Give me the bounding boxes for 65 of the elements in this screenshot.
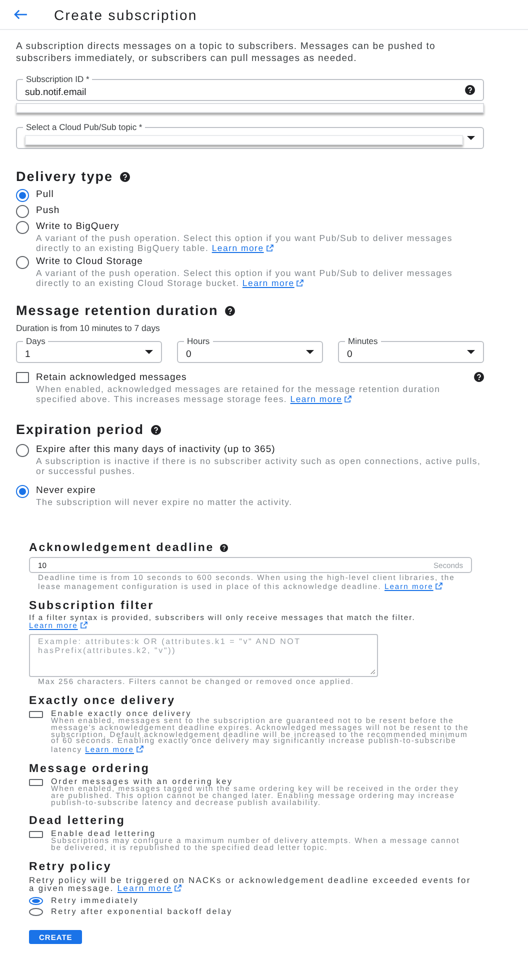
- checkbox-label: Enable dead lettering: [51, 830, 156, 838]
- checkbox[interactable]: [29, 710, 43, 718]
- radio-label: Retry immediately: [51, 896, 139, 905]
- caret-icon: [467, 136, 475, 140]
- caret-icon: [145, 350, 153, 354]
- option-description: A variant of the push operation. Select this option if you want Pub/Sub to deliver messages directly to an existing BigQuery table. Learn more: [36, 233, 454, 253]
- section-heading: Exactly once delivery: [29, 694, 176, 707]
- caret-icon: [467, 350, 475, 354]
- help-icon[interactable]: [151, 424, 162, 434]
- learn-more-link[interactable]: Learn more: [212, 243, 274, 253]
- caret-icon: [306, 350, 314, 354]
- checkbox[interactable]: [29, 778, 43, 786]
- radio-label: Expire after this many days of inactivity (up to 365): [36, 444, 276, 456]
- help-icon[interactable]: [120, 172, 130, 182]
- checkbox-label: Order messages with an ordering key: [51, 778, 234, 786]
- checkbox-label: Enable exactly once delivery: [51, 710, 193, 718]
- option-description: A variant of the push operation. Select this option if you want Pub/Sub to deliver messages directly to an existing Cloud Storage bucket. Learn more: [36, 268, 454, 288]
- help-icon[interactable]: [465, 85, 475, 95]
- radio-button[interactable]: [16, 221, 29, 234]
- external-link-icon: [136, 745, 144, 754]
- external-link-icon: [344, 395, 352, 403]
- page-title: Create subscription: [54, 6, 198, 22]
- radio-label: Never expire: [36, 485, 97, 497]
- radio-label: Write to BigQuery: [36, 221, 120, 233]
- radio-button[interactable]: [16, 485, 29, 498]
- section-heading: Expiration period: [16, 422, 144, 437]
- help-icon[interactable]: [225, 306, 236, 316]
- section-heading: Dead lettering: [29, 815, 126, 828]
- resize-grip-icon[interactable]: [370, 669, 375, 674]
- section-heading: Message ordering: [29, 762, 150, 775]
- checkbox[interactable]: [16, 372, 29, 383]
- section-heading: Acknowledgement deadline: [29, 542, 214, 554]
- option-description: The subscription will never expire no matter the activity.: [36, 497, 294, 507]
- external-link-icon: [296, 279, 304, 287]
- learn-more-link[interactable]: Learn more: [242, 278, 304, 288]
- radio-button[interactable]: [16, 205, 29, 218]
- help-icon[interactable]: [220, 544, 228, 552]
- learn-more-link[interactable]: Learn more: [290, 394, 352, 404]
- external-link-icon: [435, 582, 444, 590]
- radio-label: Push: [36, 205, 61, 217]
- radio-button[interactable]: [16, 189, 29, 202]
- option-description: A subscription is inactive if there is no subscriber activity such as open connections, active pulls, or successful pushes.: [36, 456, 482, 476]
- radio-button[interactable]: [29, 896, 43, 905]
- section-description: Retry policy will be triggered on NACKs or acknowledgement deadline exceeded events for a given message. Learn more: [29, 876, 472, 893]
- radio-label: Pull: [36, 189, 55, 201]
- back-arrow-icon[interactable]: [13, 9, 28, 20]
- help-icon[interactable]: [474, 372, 484, 382]
- section-heading: Message retention duration: [16, 303, 218, 318]
- section-heading: Subscription filter: [29, 600, 154, 612]
- option-description: When enabled, acknowledged messages are retained for the message retention duration specified above. This increases message storage fees. Learn more: [36, 384, 442, 404]
- radio-label: Retry after exponential backoff delay: [51, 908, 233, 916]
- external-link-icon: [174, 884, 182, 892]
- intro-text: A subscription directs messages on a topic to subscribers. Messages can be pushed to subscribers immediately, or subscribers can pull messages as needed.: [16, 41, 436, 65]
- radio-button[interactable]: [16, 444, 29, 457]
- radio-button[interactable]: [29, 908, 43, 916]
- radio-button[interactable]: [16, 256, 29, 269]
- hint-text: Duration is from 10 minutes to 7 days: [16, 323, 161, 333]
- external-link-icon: [80, 621, 88, 630]
- external-link-icon: [266, 244, 274, 252]
- checkbox-label: Retain acknowledged messages: [36, 372, 188, 384]
- checkbox[interactable]: [29, 831, 43, 838]
- section-heading: Retry policy: [29, 860, 112, 873]
- radio-label: Write to Cloud Storage: [36, 256, 144, 268]
- filter-textarea[interactable]: Example: attributes:k OR (attributes.k1 = "v" AND NOT hasPrefix(attributes.k2, "v")): [29, 634, 378, 678]
- section-heading: Delivery type: [16, 169, 114, 184]
